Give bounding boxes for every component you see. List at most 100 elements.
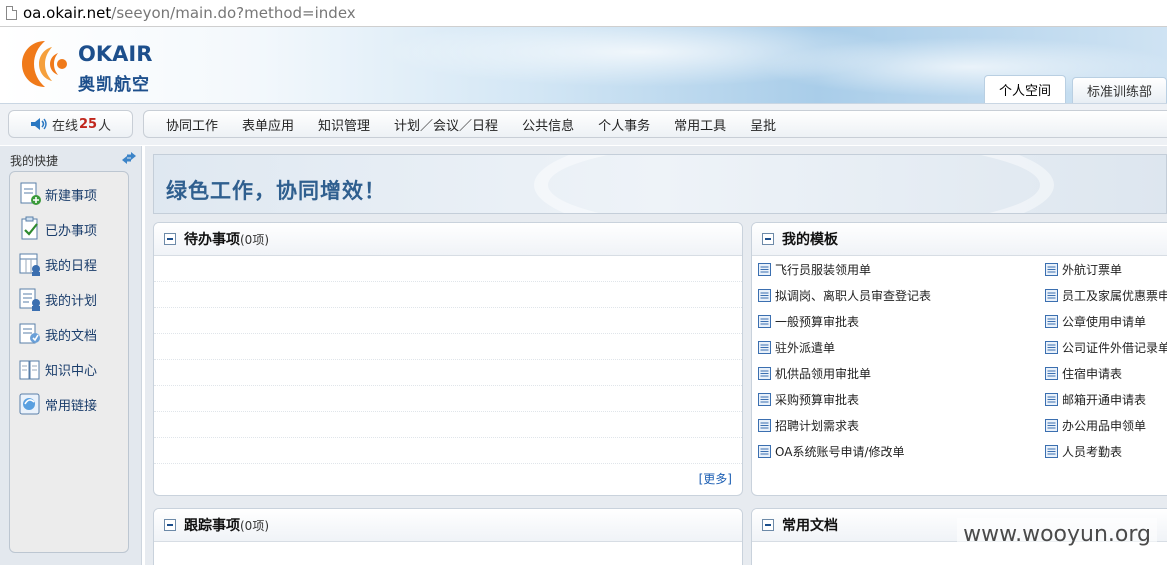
templates-panel-header: 我的模板 bbox=[752, 223, 1167, 256]
list-item bbox=[154, 334, 742, 360]
template-item[interactable]: 办公用品申领单 bbox=[1045, 412, 1146, 438]
slogan-banner: 绿色工作，协同增效！ bbox=[153, 154, 1167, 214]
tracking-panel-title: 跟踪事项 bbox=[184, 518, 240, 534]
form-icon bbox=[1045, 366, 1058, 380]
template-label: OA系统账号申请/修改单 bbox=[775, 444, 905, 459]
template-item[interactable]: 外航订票单 bbox=[1045, 256, 1122, 282]
url-domain: oa.okair.net bbox=[23, 4, 112, 22]
book-icon bbox=[19, 360, 40, 380]
todo-panel-header: 待办事项 (0项) bbox=[154, 223, 742, 256]
list-item bbox=[154, 282, 742, 308]
menu-item-personal-affairs[interactable]: 个人事务 bbox=[586, 115, 662, 134]
todo-count: (0项) bbox=[240, 232, 269, 247]
tracking-panel: 跟踪事项 (0项) bbox=[153, 508, 743, 565]
sidebar-item-label: 我的文档 bbox=[45, 328, 98, 344]
menu-item-approval[interactable]: 呈批 bbox=[738, 115, 788, 134]
menu-item-public-info[interactable]: 公共信息 bbox=[510, 115, 586, 134]
form-icon bbox=[758, 340, 771, 354]
collapse-icon[interactable] bbox=[762, 233, 774, 245]
sidebar-item-plan[interactable]: 我的计划 bbox=[18, 285, 97, 313]
collapse-icon[interactable] bbox=[164, 233, 176, 245]
sidebar-item-knowledge[interactable]: 知识中心 bbox=[18, 355, 97, 383]
more-link[interactable]: [更多] bbox=[699, 470, 732, 487]
page-icon bbox=[6, 6, 17, 20]
form-icon bbox=[1045, 418, 1058, 432]
template-item[interactable]: 驻外派遣单 bbox=[758, 334, 835, 360]
slogan-text: 绿色工作，协同增效！ bbox=[166, 178, 386, 203]
calendar-icon bbox=[19, 253, 40, 276]
template-label: 驻外派遣单 bbox=[775, 340, 836, 355]
list-item bbox=[154, 360, 742, 386]
template-label: 公司证件外借记录单 bbox=[1062, 340, 1167, 355]
sidebar-item-documents[interactable]: 我的文档 bbox=[18, 320, 97, 348]
tracking-panel-header: 跟踪事项 (0项) bbox=[154, 509, 742, 542]
form-icon bbox=[758, 262, 771, 276]
logo-text-cn: 奥凯航空 bbox=[78, 75, 150, 95]
collapse-icon[interactable] bbox=[164, 519, 176, 531]
template-item[interactable]: 住宿申请表 bbox=[1045, 360, 1122, 386]
template-label: 住宿申请表 bbox=[1062, 366, 1123, 381]
todo-panel: 待办事项 (0项) [更多] bbox=[153, 222, 743, 496]
menu-item-tools[interactable]: 常用工具 bbox=[662, 115, 738, 134]
template-item[interactable]: OA系统账号申请/修改单 bbox=[758, 438, 905, 464]
document-icon bbox=[19, 323, 40, 344]
menu-item-collaboration[interactable]: 协同工作 bbox=[154, 115, 230, 134]
url-path: /seeyon/main.do?method=index bbox=[111, 4, 356, 22]
online-count: 25 bbox=[78, 116, 98, 132]
template-label: 员工及家属优惠票申 bbox=[1062, 288, 1167, 303]
form-icon bbox=[758, 418, 771, 432]
sidebar-item-links[interactable]: 常用链接 bbox=[18, 390, 97, 418]
form-icon bbox=[758, 444, 771, 458]
url-text[interactable]: oa.okair.net/seeyon/main.do?method=index bbox=[23, 4, 356, 22]
collapse-arrows-icon[interactable] bbox=[121, 151, 137, 165]
space-tabs: 个人空间 标准训练部 bbox=[978, 75, 1167, 103]
template-item[interactable]: 采购预算审批表 bbox=[758, 386, 859, 412]
menu-item-forms[interactable]: 表单应用 bbox=[230, 115, 306, 134]
template-label: 招聘计划需求表 bbox=[775, 418, 860, 433]
sidebar-item-new[interactable]: 新建事项 bbox=[18, 180, 97, 208]
sidebar-item-done[interactable]: 已办事项 bbox=[18, 215, 97, 243]
form-icon bbox=[758, 314, 771, 328]
online-users-button[interactable]: 在线 25 人 bbox=[8, 110, 133, 138]
logo-text-en: OKAIR bbox=[78, 42, 153, 66]
template-label: 拟调岗、离职人员审查登记表 bbox=[775, 288, 932, 303]
form-icon bbox=[1045, 262, 1058, 276]
todo-panel-title: 待办事项 bbox=[184, 232, 240, 248]
template-label: 公章使用申请单 bbox=[1062, 314, 1147, 329]
watermark: www.wooyun.org bbox=[957, 518, 1157, 551]
template-item[interactable]: 一般预算审批表 bbox=[758, 308, 859, 334]
tracking-count: (0项) bbox=[240, 518, 269, 533]
template-item[interactable]: 公章使用申请单 bbox=[1045, 308, 1146, 334]
menu-item-plan-meeting-schedule[interactable]: 计划／会议／日程 bbox=[382, 115, 510, 134]
sidebar-item-label: 知识中心 bbox=[45, 363, 98, 379]
collapse-icon[interactable] bbox=[762, 519, 774, 531]
form-icon bbox=[1045, 340, 1058, 354]
banner-decoration bbox=[534, 155, 1054, 213]
link-icon bbox=[19, 393, 40, 415]
menu-item-knowledge[interactable]: 知识管理 bbox=[306, 115, 382, 134]
tab-personal-space[interactable]: 个人空间 bbox=[983, 75, 1066, 103]
sidebar-title: 我的快捷 bbox=[10, 154, 59, 168]
list-item bbox=[154, 308, 742, 334]
template-item[interactable]: 飞行员服装领用单 bbox=[758, 256, 871, 282]
template-item[interactable]: 人员考勤表 bbox=[1045, 438, 1122, 464]
sidebar-item-schedule[interactable]: 我的日程 bbox=[18, 250, 97, 278]
documents-panel-title: 常用文档 bbox=[782, 518, 838, 534]
template-item[interactable]: 员工及家属优惠票申 bbox=[1045, 282, 1167, 308]
sidebar-item-label: 新建事项 bbox=[45, 188, 98, 204]
tab-training-dept[interactable]: 标准训练部 bbox=[1071, 77, 1167, 103]
template-label: 一般预算审批表 bbox=[775, 314, 860, 329]
template-item[interactable]: 公司证件外借记录单 bbox=[1045, 334, 1167, 360]
sidebar-item-label: 常用链接 bbox=[45, 398, 98, 414]
template-item[interactable]: 拟调岗、离职人员审查登记表 bbox=[758, 282, 931, 308]
shortcut-list: 新建事项 已办事项 我的日程 我的计划 我的文档 知识中心 常用链接 bbox=[9, 171, 129, 553]
logo[interactable]: OKAIR 奥凯航空 bbox=[18, 35, 168, 95]
list-item bbox=[154, 386, 742, 412]
address-bar[interactable]: oa.okair.net/seeyon/main.do?method=index bbox=[0, 0, 1167, 27]
template-item[interactable]: 招聘计划需求表 bbox=[758, 412, 859, 438]
plan-icon bbox=[19, 288, 40, 311]
template-item[interactable]: 邮箱开通申请表 bbox=[1045, 386, 1146, 412]
sidebar-item-label: 我的计划 bbox=[45, 293, 98, 309]
template-item[interactable]: 机供品领用审批单 bbox=[758, 360, 871, 386]
form-icon bbox=[758, 392, 771, 406]
